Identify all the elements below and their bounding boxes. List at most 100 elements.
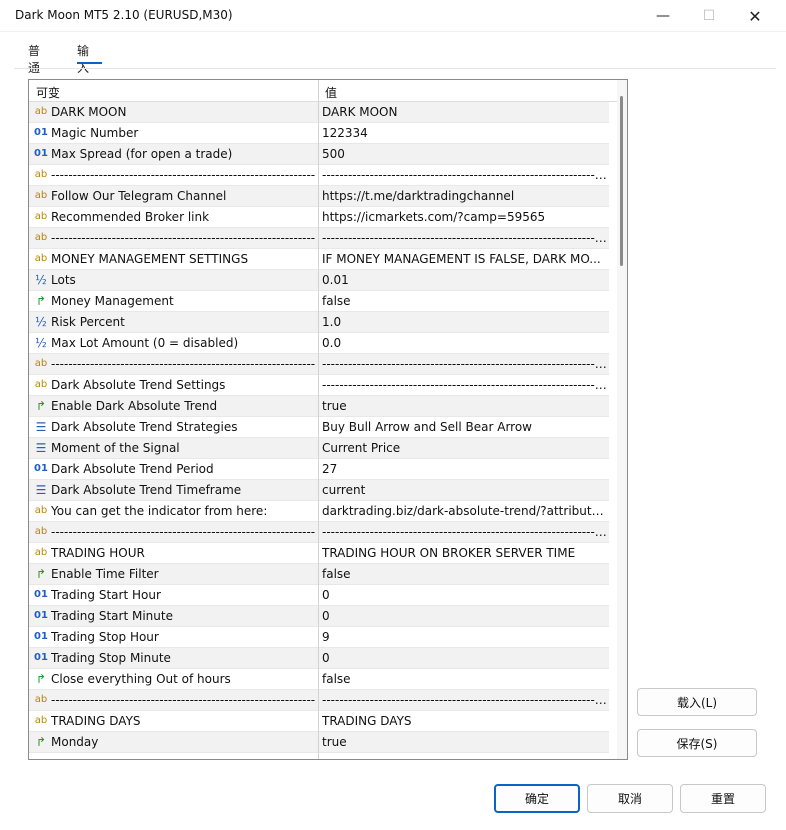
variable-value-cell[interactable]: ----------------------------------------… [322,378,607,392]
variable-name-cell: Magic Number [51,126,139,140]
string-type-icon: ab [34,379,48,390]
integer-type-icon: 01 [34,652,48,663]
variable-value-cell[interactable]: 9 [322,630,607,644]
enum-type-icon: ☰ [35,420,47,434]
table-row[interactable]: ↱ Enable Dark Absolute Trend true [29,396,609,417]
table-row[interactable]: ab --------------------------------------… [29,522,609,543]
variable-name-cell: Lots [51,273,76,287]
variable-value-cell[interactable]: true [322,735,607,749]
table-row[interactable]: ab Dark Absolute Trend Settings ----------… [29,375,609,396]
variable-value-cell[interactable]: 0 [322,651,607,665]
variable-value-cell[interactable]: IF MONEY MANAGEMENT IS FALSE, DARK MO... [322,252,607,266]
table-row[interactable]: ½ Lots 0.01 [29,270,609,291]
close-button[interactable]: ✕ [732,0,778,32]
column-header-value[interactable]: 值 [325,84,337,101]
table-row[interactable]: 01 Trading Stop Minute 0 [29,648,609,669]
table-row[interactable]: ↱ Close everything Out of hours false [29,669,609,690]
string-type-icon: ab [34,547,48,558]
vertical-scrollbar[interactable] [617,80,627,759]
save-button[interactable]: 保存(S) [637,729,757,757]
variable-value-cell[interactable]: DARK MOON [322,105,607,119]
table-row[interactable]: ab --------------------------------------… [29,354,609,375]
variable-value-cell[interactable]: false [322,567,607,581]
table-row[interactable]: ☰ Moment of the Signal Current Price [29,438,609,459]
table-row[interactable]: ab TRADING HOUR TRADING HOUR ON BROKER SER… [29,543,609,564]
variable-name-cell: Monday [51,735,99,749]
variable-name-cell: You can get the indicator from here: [51,504,268,518]
variable-value-cell[interactable]: false [322,294,607,308]
table-row[interactable]: 01 Trading Start Minute 0 [29,606,609,627]
table-row[interactable]: ↱ Enable Time Filter false [29,564,609,585]
table-row[interactable]: ab --------------------------------------… [29,165,609,186]
variable-value-cell[interactable]: https://icmarkets.com/?camp=59565 [322,210,607,224]
integer-type-icon: 01 [34,631,48,642]
variable-value-cell[interactable]: current [322,483,607,497]
cancel-button[interactable]: 取消 [587,784,673,813]
variable-value-cell[interactable]: Buy Bull Arrow and Sell Bear Arrow [322,420,607,434]
column-header-variable[interactable]: 可变 [36,84,60,101]
ok-button[interactable]: 确定 [494,784,580,813]
variable-value-cell[interactable]: ----------------------------------------… [322,525,607,539]
load-button[interactable]: 载入(L) [637,688,757,716]
variable-name-cell: Enable Dark Absolute Trend [51,399,218,413]
variable-value-cell[interactable]: 0.01 [322,273,607,287]
table-row[interactable]: ↱ Monday true [29,732,609,753]
variable-value-cell[interactable]: 0 [322,609,607,623]
variable-value-cell[interactable]: TRADING DAYS [322,714,607,728]
minimize-button[interactable]: — [640,0,686,32]
table-row[interactable]: ab --------------------------------------… [29,690,609,711]
variable-value-cell[interactable]: false [322,672,607,686]
table-row[interactable]: 01 Trading Stop Hour 9 [29,627,609,648]
variable-value-cell[interactable]: 1.0 [322,315,607,329]
table-row[interactable]: ab --------------------------------------… [29,228,609,249]
string-type-icon: ab [34,253,48,264]
reset-button[interactable]: 重置 [680,784,766,813]
table-row[interactable]: ab DARK MOON DARK MOON [29,102,609,123]
table-row[interactable]: ½ Risk Percent 1.0 [29,312,609,333]
variable-value-cell[interactable]: Current Price [322,441,607,455]
maximize-button[interactable]: ☐ [686,0,732,32]
table-row[interactable]: 01 Trading Start Hour 0 [29,585,609,606]
table-row[interactable]: ½ Max Lot Amount (0 = disabled) 0.0 [29,333,609,354]
variable-name-cell: Moment of the Signal [51,441,180,455]
table-row[interactable]: ab MONEY MANAGEMENT SETTINGS IF MONEY MANA… [29,249,609,270]
table-row[interactable]: ☰ Dark Absolute Trend Timeframe current [29,480,609,501]
variable-value-cell[interactable]: darktrading.biz/dark-absolute-trend/?att… [322,504,607,518]
integer-type-icon: 01 [34,589,48,600]
variable-value-cell[interactable]: true [322,399,607,413]
variable-value-cell[interactable]: ----------------------------------------… [322,231,607,245]
double-type-icon: ½ [35,315,47,329]
table-row[interactable]: ab Recommended Broker link https://icmarke… [29,207,609,228]
variable-value-cell[interactable]: 0.0 [322,336,607,350]
variable-value-cell[interactable]: TRADING HOUR ON BROKER SERVER TIME [322,546,607,560]
grid-header: 可变 值 [29,80,617,102]
variable-name-cell: MONEY MANAGEMENT SETTINGS [51,252,249,266]
table-row[interactable]: 01 Max Spread (for open a trade) 500 [29,144,609,165]
variable-name-cell: ----------------------------------------… [51,525,315,539]
table-row[interactable]: ab You can get the indicator from here: da… [29,501,609,522]
variable-value-cell[interactable]: 500 [322,147,607,161]
variable-name-cell: Risk Percent [51,315,125,329]
table-row[interactable]: ab TRADING DAYS TRADING DAYS [29,711,609,732]
string-type-icon: ab [34,232,48,243]
string-type-icon: ab [34,526,48,537]
variable-value-cell[interactable]: 0 [322,588,607,602]
variable-value-cell[interactable]: https://t.me/darktradingchannel [322,189,607,203]
window-title: Dark Moon MT5 2.10 (EURUSD,M30) [15,8,233,22]
double-type-icon: ½ [35,336,47,350]
variable-value-cell[interactable]: ----------------------------------------… [322,693,607,707]
variable-value-cell[interactable]: 122334 [322,126,607,140]
table-row[interactable]: 01 Dark Absolute Trend Period 27 [29,459,609,480]
variable-value-cell[interactable]: ----------------------------------------… [322,357,607,371]
variable-value-cell[interactable]: 27 [322,462,607,476]
variable-name-cell: Trading Stop Minute [51,651,171,665]
table-row[interactable]: ☰ Dark Absolute Trend Strategies Buy Bull … [29,417,609,438]
bool-type-icon: ↱ [35,294,47,308]
scrollbar-thumb[interactable] [620,96,623,266]
variable-value-cell[interactable]: ----------------------------------------… [322,168,607,182]
table-row[interactable]: ab Follow Our Telegram Channel https://t.m… [29,186,609,207]
table-row[interactable]: ↱ Money Management false [29,291,609,312]
table-row[interactable]: 01 Magic Number 122334 [29,123,609,144]
column-separator[interactable] [318,80,319,759]
variable-name-cell: Trading Start Minute [51,609,173,623]
